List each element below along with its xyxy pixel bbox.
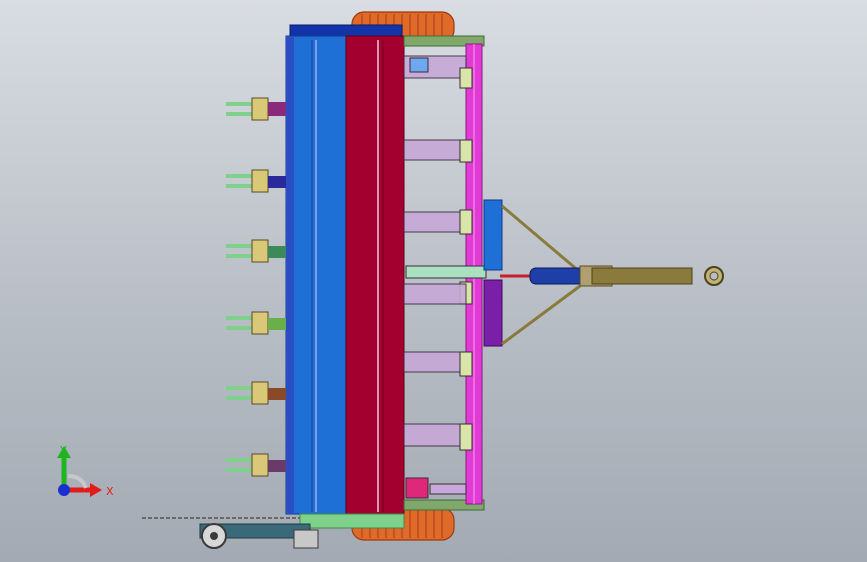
coordinate-triad: Y X (57, 444, 114, 498)
origin-dot (58, 484, 70, 496)
x-axis-head (90, 483, 102, 497)
y-axis-label: Y (59, 444, 67, 457)
cad-viewport[interactable]: Y X (0, 0, 867, 562)
green-plate-bottom (299, 513, 405, 529)
left-openers (226, 97, 286, 477)
x-axis-label: X (106, 485, 114, 498)
drawbar-hitch (483, 199, 724, 347)
hopper-red (345, 35, 405, 515)
gear-train (142, 517, 319, 549)
seeder-assembly-drawing (142, 11, 724, 549)
